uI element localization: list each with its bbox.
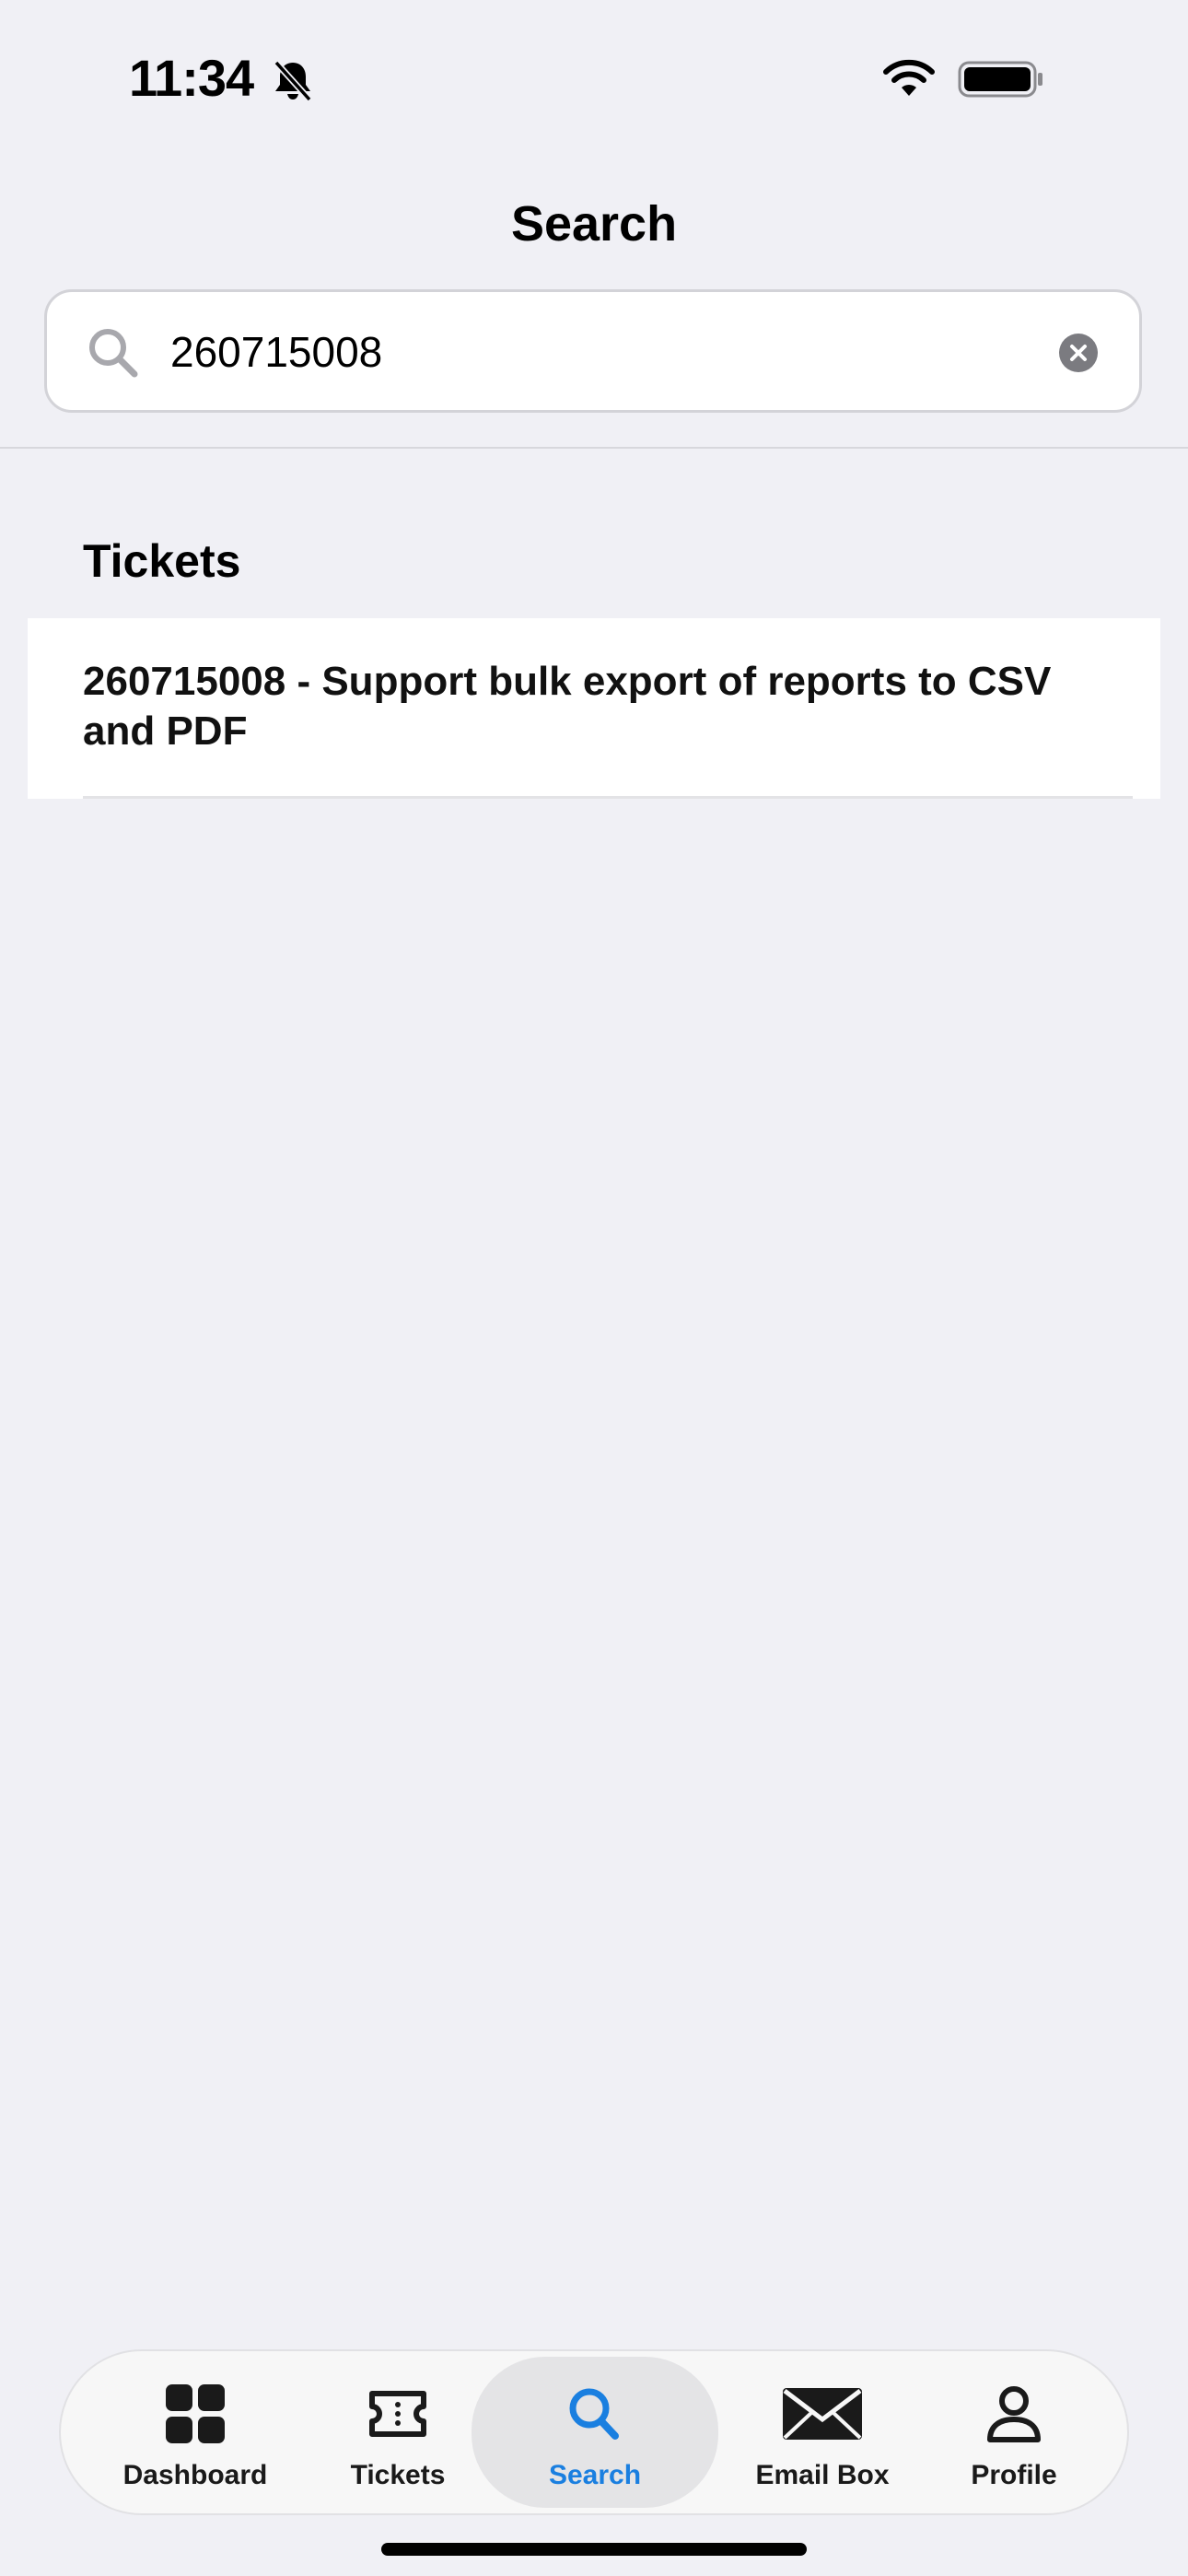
tab-tickets[interactable]: Tickets	[311, 2357, 484, 2508]
status-bar: 11:34	[0, 0, 1188, 147]
divider	[0, 447, 1188, 449]
status-time: 11:34	[129, 49, 254, 107]
ticket-result-title: 260715008 - Support bulk export of repor…	[83, 659, 1052, 754]
person-icon	[987, 2386, 1041, 2442]
tab-bar: Dashboard Tickets Search Email Box Profi…	[59, 2349, 1129, 2515]
search-icon	[569, 2388, 619, 2440]
battery-icon	[958, 61, 1042, 98]
tab-search[interactable]: Search	[472, 2357, 718, 2508]
tab-label: Email Box	[755, 2460, 890, 2490]
tab-email-box[interactable]: Email Box	[718, 2357, 926, 2508]
wifi-icon	[883, 59, 935, 96]
row-separator	[83, 796, 1133, 799]
page-title: Search	[510, 196, 678, 252]
list-item[interactable]: 260715008 - Support bulk export of repor…	[28, 618, 1160, 799]
search-input[interactable]	[170, 320, 1054, 384]
search-icon	[89, 329, 138, 378]
envelope-icon	[783, 2388, 862, 2440]
tab-profile[interactable]: Profile	[936, 2357, 1092, 2508]
tab-label: Tickets	[350, 2460, 446, 2490]
home-indicator[interactable]	[381, 2543, 807, 2556]
tab-label: Dashboard	[122, 2460, 268, 2490]
section-heading-tickets: Tickets	[83, 535, 241, 587]
search-field[interactable]	[44, 289, 1142, 413]
tab-label: Search	[548, 2460, 642, 2490]
ticket-icon	[369, 2391, 426, 2437]
tab-label: Profile	[971, 2460, 1057, 2490]
grid-icon	[166, 2384, 225, 2443]
bell-slash-icon	[274, 60, 312, 102]
clear-icon[interactable]	[1058, 333, 1099, 373]
tab-dashboard[interactable]: Dashboard	[98, 2357, 293, 2508]
